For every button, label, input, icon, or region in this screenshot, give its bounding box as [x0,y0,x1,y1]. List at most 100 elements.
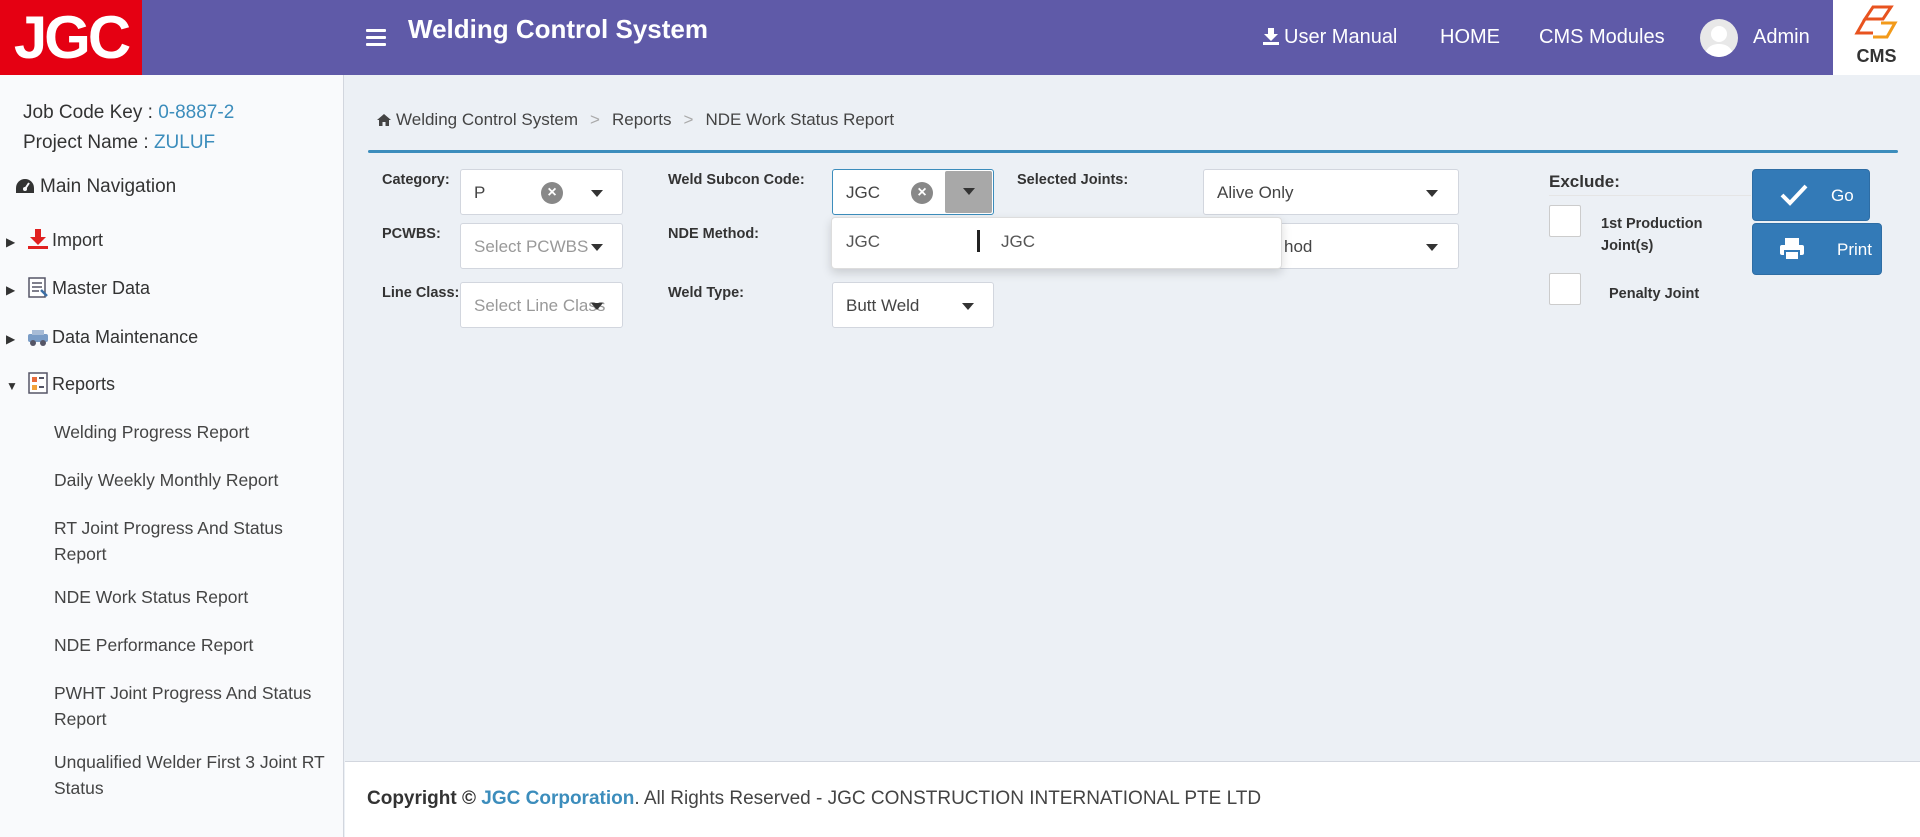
breadcrumb: Welding Control System > Reports > NDE Work … [376,110,894,130]
user-avatar[interactable] [1700,19,1738,57]
pcwbs-label: PCWBS: [382,226,441,242]
caret-right-icon: ▶ [6,235,16,249]
dropdown-option[interactable]: JGC [1001,232,1035,252]
chevron-down-icon [591,303,603,310]
footer: Copyright © JGC Corporation. All Rights … [345,761,1920,837]
weld-type-select[interactable]: Butt Weld [832,282,994,328]
cms-logo[interactable]: CMS [1833,0,1920,75]
user-name-link[interactable]: Admin [1753,26,1810,49]
breadcrumb-separator: > [590,110,600,129]
master-data-icon [28,277,48,298]
corporation-link[interactable]: JGC Corporation [481,788,634,809]
home-link[interactable]: HOME [1440,26,1500,49]
cms-modules-link[interactable]: CMS Modules [1539,26,1665,49]
print-label: Print [1837,240,1872,259]
home-icon [377,114,391,126]
jgc-logo[interactable]: JGC [0,0,142,75]
caret-down-icon: ▼ [6,379,18,393]
sidebar-item-data-maintenance[interactable]: ▶ Data Maintenance [6,325,198,348]
report-item-nde-work-status[interactable]: NDE Work Status Report [54,584,334,610]
printer-icon [1780,238,1804,261]
app-title: Welding Control System [408,14,708,44]
breadcrumb-item-reports[interactable]: Reports [612,110,672,129]
clear-icon[interactable]: × [541,182,563,204]
column-divider [977,230,980,252]
nde-method-value: hod [1284,237,1313,256]
panel-top-border [368,150,1898,153]
user-manual-label: User Manual [1284,26,1398,48]
sidebar-item-reports[interactable]: ▼ Reports [6,372,115,395]
dropdown-toggle-button[interactable] [945,171,992,213]
user-manual-link[interactable]: User Manual [1262,26,1397,49]
pcwbs-placeholder: Select PCWBS [474,237,589,256]
user-silhouette-icon [1704,26,1734,57]
chevron-down-icon [591,190,603,197]
weld-subcon-code-label: Weld Subcon Code: [668,172,805,188]
penalty-joint-checkbox[interactable] [1549,273,1581,305]
data-maintenance-icon [28,330,48,346]
nde-method-label: NDE Method: [668,226,760,242]
line-class-select[interactable]: Select Line Class [460,282,623,328]
caret-right-icon: ▶ [6,332,16,346]
chevron-down-icon [962,303,974,310]
project-name-info: Project Name : ZULUF [23,132,215,154]
clear-icon[interactable]: × [911,182,933,204]
top-header: JGC Welding Control System User Manual H… [0,0,1920,75]
penalty-joint-label: Penalty Joint [1609,286,1700,302]
weld-subcon-code-dropdown: JGC JGC [831,217,1282,269]
caret-right-icon: ▶ [6,283,16,297]
line-class-label: Line Class: [382,285,460,301]
report-item-unqualified-welder[interactable]: Unqualified Welder First 3 Joint RT Stat… [54,749,334,801]
cms-logo-text: CMS [1856,46,1897,66]
pcwbs-select[interactable]: Select PCWBS [460,223,623,269]
go-label: Go [1831,186,1854,205]
check-icon [1780,184,1808,206]
weld-subcon-code-select[interactable]: JGC × [832,169,994,215]
weld-type-label: Weld Type: [668,285,744,301]
report-item-welding-progress[interactable]: Welding Progress Report [54,419,334,445]
first-production-joint-label: 1st Production Joint(s) [1601,216,1703,254]
main-navigation-header: Main Navigation [14,176,176,198]
job-code-value[interactable]: 0-8887-2 [158,102,234,123]
sidebar-item-import[interactable]: ▶ Import [6,228,103,251]
sidebar-item-label: Reports [52,374,116,394]
cms-logo-icon [1854,5,1898,39]
sidebar-item-label: Data Maintenance [52,327,199,347]
breadcrumb-item-home[interactable]: Welding Control System [396,110,578,129]
report-item-nde-performance[interactable]: NDE Performance Report [54,632,334,658]
first-production-joint-checkbox[interactable] [1549,205,1581,237]
import-icon [28,229,48,249]
dashboard-icon [16,179,34,193]
chevron-down-icon [591,244,603,251]
dropdown-option[interactable]: JGC [846,232,880,252]
project-name-value[interactable]: ZULUF [154,132,215,153]
chevron-down-icon [1426,190,1438,197]
weld-subcon-code-value: JGC [846,183,880,202]
project-name-label: Project Name : [23,132,149,153]
report-item-pwht-joint-progress[interactable]: PWHT Joint Progress And Status Report [54,680,334,732]
job-code-info: Job Code Key : 0-8887-2 [23,102,234,124]
line-class-placeholder: Select Line Class [474,296,606,315]
sidebar-item-master-data[interactable]: ▶ Master Data [6,276,150,299]
reports-icon [28,372,48,394]
sidebar-item-label: Master Data [52,278,151,298]
menu-toggle-icon[interactable] [366,29,386,46]
category-label: Category: [382,172,450,188]
copyright-label: Copyright © [367,788,476,809]
breadcrumb-item-current: NDE Work Status Report [705,110,895,129]
chevron-down-icon [963,188,975,195]
selected-joints-label: Selected Joints: [1017,172,1129,188]
report-item-daily-weekly-monthly[interactable]: Daily Weekly Monthly Report [54,467,334,493]
category-select[interactable]: P × [460,169,623,215]
category-value: P [474,183,486,202]
selected-joints-select[interactable]: Alive Only [1203,169,1459,215]
sidebar-item-label: Import [52,230,104,250]
go-button[interactable]: Go [1752,169,1870,221]
print-button[interactable]: Print [1752,223,1882,275]
report-item-rt-joint-progress[interactable]: RT Joint Progress And Status Report [54,515,334,567]
weld-type-value: Butt Weld [846,296,920,315]
exclude-title: Exclude: [1549,172,1620,191]
download-icon [1263,28,1279,45]
divider [1549,195,1751,196]
copyright-text: Copyright © JGC Corporation. All Rights … [367,788,1261,810]
